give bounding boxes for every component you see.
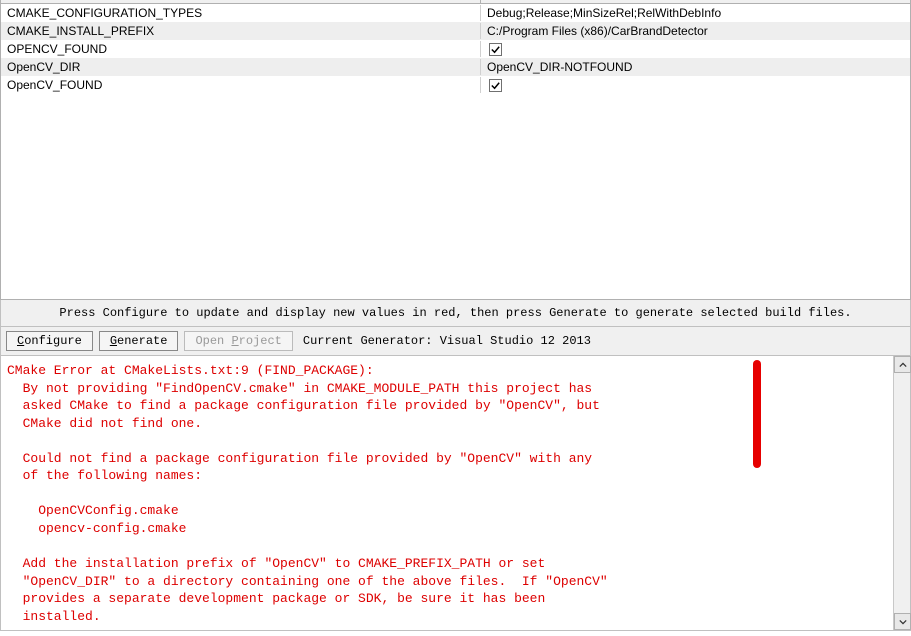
- table-row[interactable]: OpenCV_FOUND: [1, 76, 910, 94]
- scroll-up-button[interactable]: [894, 356, 911, 373]
- variable-value-cell[interactable]: C:/Program Files (x86)/CarBrandDetector: [481, 23, 910, 39]
- variable-value-cell[interactable]: Debug;Release;MinSizeRel;RelWithDebInfo: [481, 5, 910, 21]
- annotation-mark: [753, 360, 761, 468]
- table-body: CMAKE_CONFIGURATION_TYPESDebug;Release;M…: [1, 4, 910, 94]
- variable-name-cell[interactable]: CMAKE_INSTALL_PREFIX: [1, 23, 481, 39]
- generate-button[interactable]: Generate: [99, 331, 179, 351]
- current-generator-label: Current Generator: Visual Studio 12 2013: [303, 334, 591, 348]
- check-icon: [490, 44, 501, 55]
- variable-name-cell[interactable]: OpenCV_DIR: [1, 59, 481, 75]
- chevron-up-icon: [899, 361, 907, 369]
- vertical-scrollbar[interactable]: [893, 356, 910, 630]
- button-bar: Configure Generate Open Project Current …: [0, 327, 911, 356]
- configure-label: onfigure: [24, 334, 82, 348]
- checkbox[interactable]: [489, 79, 502, 92]
- hint-bar: Press Configure to update and display ne…: [0, 300, 911, 327]
- open-project-button: Open Project: [184, 331, 292, 351]
- output-area: CMake Error at CMakeLists.txt:9 (FIND_PA…: [0, 356, 911, 631]
- variable-value-cell[interactable]: OpenCV_DIR-NOTFOUND: [481, 59, 910, 75]
- variable-name-cell[interactable]: OpenCV_FOUND: [1, 77, 481, 93]
- checkbox[interactable]: [489, 43, 502, 56]
- table-row[interactable]: CMAKE_INSTALL_PREFIXC:/Program Files (x8…: [1, 22, 910, 40]
- check-icon: [490, 80, 501, 91]
- table-row[interactable]: OpenCV_DIROpenCV_DIR-NOTFOUND: [1, 58, 910, 76]
- generate-label: enerate: [117, 334, 167, 348]
- variable-name-cell[interactable]: OPENCV_FOUND: [1, 41, 481, 57]
- variable-value-cell[interactable]: [481, 42, 910, 57]
- chevron-down-icon: [899, 618, 907, 626]
- cache-variables-table: Name Value CMAKE_CONFIGURATION_TYPESDebu…: [0, 0, 911, 300]
- scroll-down-button[interactable]: [894, 613, 911, 630]
- table-row[interactable]: OPENCV_FOUND: [1, 40, 910, 58]
- configure-button[interactable]: Configure: [6, 331, 93, 351]
- variable-name-cell[interactable]: CMAKE_CONFIGURATION_TYPES: [1, 5, 481, 21]
- variable-value-cell[interactable]: [481, 78, 910, 93]
- table-row[interactable]: CMAKE_CONFIGURATION_TYPESDebug;Release;M…: [1, 4, 910, 22]
